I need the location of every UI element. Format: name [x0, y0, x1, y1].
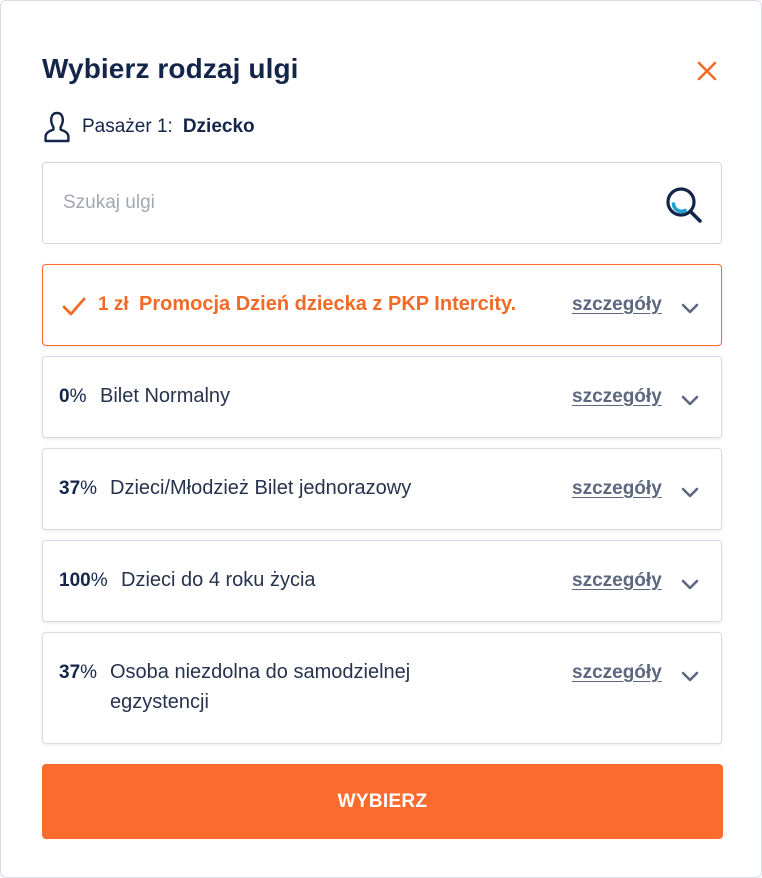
passenger-type: Dziecko — [182, 116, 255, 137]
discount-percent: 37% — [59, 478, 98, 499]
passenger-label: Pasażer 1: — [82, 116, 173, 137]
passenger-info: Pasażer 1: Dziecko — [42, 109, 255, 145]
discount-option[interactable]: 37% Osoba niezdolna do samodzielnej egzy… — [42, 632, 722, 744]
details-link[interactable]: szczegóły — [572, 386, 662, 408]
discount-price: 1 zł — [98, 294, 129, 315]
details-link[interactable]: szczegóły — [572, 662, 662, 684]
details-link[interactable]: szczegóły — [572, 478, 662, 500]
chevron-down-icon[interactable] — [681, 670, 699, 682]
choose-button[interactable]: WYBIERZ — [42, 764, 723, 839]
person-icon — [42, 110, 72, 144]
chevron-down-icon[interactable] — [681, 302, 699, 314]
search-input[interactable] — [63, 185, 643, 221]
discount-name: Dzieci/Młodzież Bilet jednorazowy — [110, 477, 412, 499]
checkmark-icon — [61, 294, 87, 318]
details-link[interactable]: szczegóły — [572, 294, 662, 316]
search-icon[interactable] — [663, 184, 705, 226]
discount-name: Osoba niezdolna do samodzielnej egzysten… — [110, 661, 411, 713]
discount-name: Bilet Normalny — [100, 385, 231, 407]
discount-dialog: Wybierz rodzaj ulgi Pasażer 1: Dziecko S… — [0, 0, 762, 878]
discount-name: Dzieci do 4 roku życia — [121, 569, 316, 591]
discount-option[interactable]: 100% Dzieci do 4 roku życia szczegóły — [42, 540, 722, 622]
discount-option[interactable]: 0% Bilet Normalny szczegóły — [42, 356, 722, 438]
chevron-down-icon[interactable] — [681, 578, 699, 590]
discount-percent: 0% — [59, 386, 87, 407]
close-icon[interactable] — [693, 57, 721, 85]
chevron-down-icon[interactable] — [681, 394, 699, 406]
chevron-down-icon[interactable] — [681, 486, 699, 498]
dialog-title: Wybierz rodzaj ulgi — [42, 53, 299, 84]
discount-name: Promocja Dzień dziecka z PKP Intercity. — [139, 293, 517, 315]
discount-option[interactable]: 37% Dzieci/Młodzież Bilet jednorazowy sz… — [42, 448, 722, 530]
discount-option-promo[interactable]: 1 zł Promocja Dzień dziecka z PKP Interc… — [42, 264, 722, 346]
details-link[interactable]: szczegóły — [572, 570, 662, 592]
discount-percent: 37% — [59, 662, 98, 683]
search-box — [42, 162, 722, 244]
discount-percent: 100% — [59, 570, 108, 591]
